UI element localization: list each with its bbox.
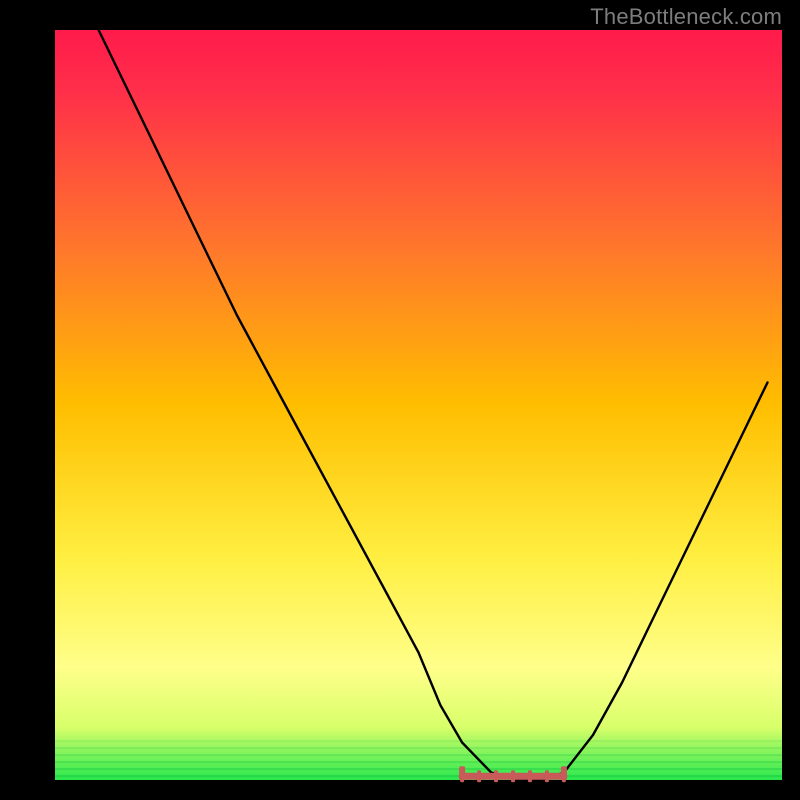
watermark-text: TheBottleneck.com [590,4,782,30]
chart-frame: TheBottleneck.com [0,0,800,800]
gradient-background [55,30,782,780]
bottleneck-chart [0,0,800,800]
